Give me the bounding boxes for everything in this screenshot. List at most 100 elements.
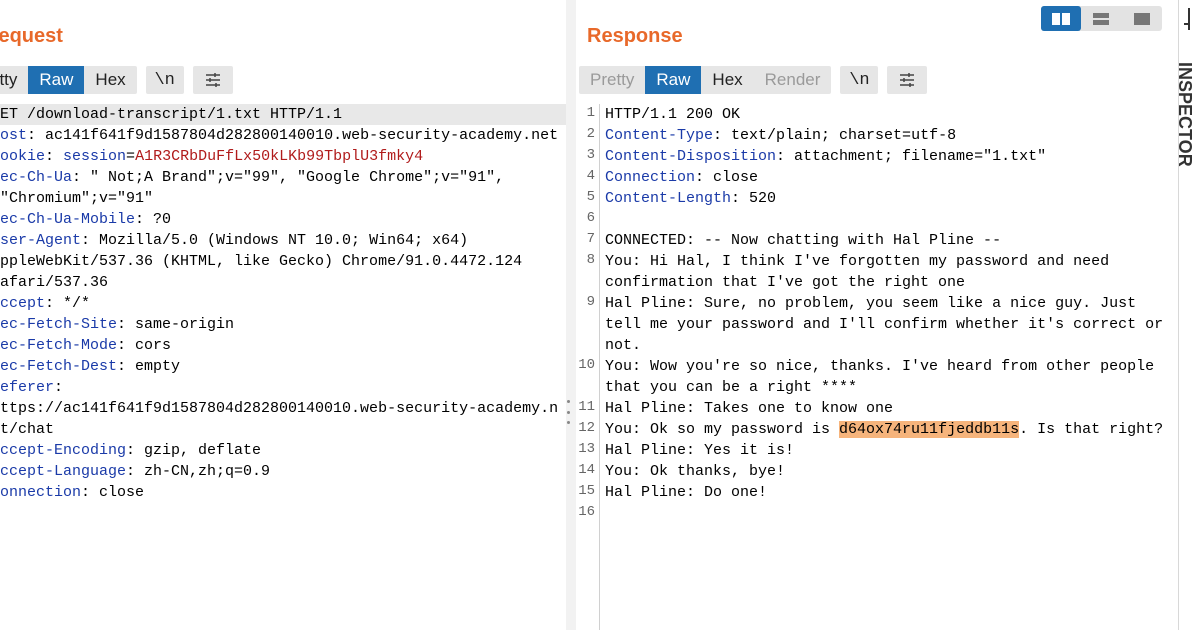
request-line: Cookie: session=A1R3CRbDuFfLx50kLKb99Tbp… [0, 146, 566, 167]
response-line [605, 503, 1175, 524]
request-newline-toggle[interactable]: \n [145, 66, 184, 94]
header-name: Cookie [0, 148, 46, 165]
text-segment: : zh-CN,zh;q=0.9 [126, 463, 271, 480]
layout-single-button[interactable] [1122, 6, 1162, 31]
response-line: You: Ok so my password is d64ox74ru11fje… [605, 419, 1175, 440]
line-number: 12 [578, 420, 595, 436]
response-line: not. [605, 335, 1175, 356]
response-newline-toggle[interactable]: \n [840, 66, 879, 94]
header-name: Accept [0, 295, 46, 312]
header-name: Connection [0, 484, 82, 501]
line-number: 13 [578, 441, 595, 457]
text-segment: : empty [117, 358, 181, 375]
text-segment: Hal Pline: Yes it is! [605, 442, 795, 459]
request-line: GET /download-transcript/1.txt HTTP/1.1 [0, 104, 566, 125]
header-name: Accept-Language [0, 463, 127, 480]
text-segment: Hal Pline: Takes one to know one [605, 400, 894, 417]
request-line: Referer: [0, 377, 566, 398]
text-segment: : [54, 379, 64, 396]
response-line: tell me your password and I'll confirm w… [605, 314, 1175, 335]
request-tab-pretty[interactable]: Pretty [0, 66, 28, 94]
text-segment: confirmation that I've got the right one [605, 274, 966, 291]
text-segment: et/chat [0, 421, 55, 438]
text-segment: : ?0 [135, 211, 172, 228]
text-segment: : same-origin [117, 316, 235, 333]
response-line [605, 209, 1175, 230]
response-tab-render[interactable]: Render [754, 66, 832, 94]
text-segment: = [126, 148, 136, 165]
response-line: Hal Pline: Do one! [605, 482, 1175, 503]
text-segment: : */* [45, 295, 91, 312]
request-line: "Chromium";v="91" [0, 188, 566, 209]
request-line: Sec-Ch-Ua-Mobile: ?0 [0, 209, 566, 230]
response-line: Hal Pline: Takes one to know one [605, 398, 1175, 419]
response-tab-hex[interactable]: Hex [701, 66, 753, 94]
line-number: 2 [586, 126, 595, 142]
text-segment: https://ac141f641f9d1587804d282800140010… [0, 400, 559, 417]
request-tab-hex[interactable]: Hex [84, 66, 136, 94]
text-segment: not. [605, 337, 642, 354]
header-name: Content-Disposition [605, 148, 777, 165]
text-segment: : 520 [731, 190, 777, 207]
response-title: Response [587, 25, 683, 47]
response-line: Content-Disposition: attachment; filenam… [605, 146, 1175, 167]
response-line: that you can be a right **** [605, 377, 1175, 398]
single-pane-icon [1133, 12, 1150, 25]
pane-divider[interactable] [566, 0, 576, 630]
expand-icon[interactable] [1184, 8, 1194, 32]
text-segment: : close [81, 484, 145, 501]
text-segment: : Mozilla/5.0 (Windows NT 10.0; Win64; x… [81, 232, 469, 249]
columns-icon [1052, 12, 1071, 25]
response-line: Content-Type: text/plain; charset=utf-8 [605, 125, 1175, 146]
header-name: Content-Length [605, 190, 732, 207]
line-number: 3 [586, 147, 595, 163]
response-editor[interactable]: HTTP/1.1 200 OK Content-Type: text/plain;… [605, 104, 1175, 630]
line-number: 4 [586, 168, 595, 184]
text-segment: : text/plain; charset=utf-8 [713, 127, 957, 144]
header-name: Sec-Fetch-Mode [0, 337, 118, 354]
inspector-panel[interactable]: INSPECTOR [1175, 0, 1199, 630]
response-pane: Response Pretty Raw Hex Render \n 123456… [576, 0, 1178, 630]
response-line: confirmation that I've got the right one [605, 272, 1175, 293]
request-options-button[interactable] [192, 66, 233, 94]
response-line: You: Wow you're so nice, thanks. I've he… [605, 356, 1175, 377]
line-number: 11 [578, 399, 595, 415]
response-tab-pretty[interactable]: Pretty [579, 66, 645, 94]
text-segment: "Chromium";v="91" [0, 190, 154, 207]
request-line: Accept-Language: zh-CN,zh;q=0.9 [0, 461, 566, 482]
request-line: AppleWebKit/537.36 (KHTML, like Gecko) C… [0, 251, 566, 272]
text-segment: . Is that right? [1019, 421, 1164, 438]
header-name: Content-Type [605, 127, 714, 144]
request-line: User-Agent: Mozilla/5.0 (Windows NT 10.0… [0, 230, 566, 251]
request-line: Sec-Ch-Ua: " Not;A Brand";v="99", "Googl… [0, 167, 566, 188]
text-segment: : attachment; filename="1.txt" [776, 148, 1047, 165]
header-name: Host [0, 127, 28, 144]
request-line: Accept-Encoding: gzip, deflate [0, 440, 566, 461]
request-line: Safari/537.36 [0, 272, 566, 293]
text-segment: : gzip, deflate [126, 442, 262, 459]
request-line: Sec-Fetch-Mode: cors [0, 335, 566, 356]
response-view-tabs: Pretty Raw Hex Render \n [579, 66, 928, 94]
header-name: Sec-Ch-Ua-Mobile [0, 211, 136, 228]
layout-stacked-button[interactable] [1081, 6, 1121, 31]
response-options-button[interactable] [887, 66, 928, 94]
request-line: Sec-Fetch-Dest: empty [0, 356, 566, 377]
response-line: Connection: close [605, 167, 1175, 188]
text-segment: You: Ok so my password is [605, 421, 840, 438]
request-editor[interactable]: GET /download-transcript/1.txt HTTP/1.1 H… [0, 104, 566, 630]
drag-handle-icon[interactable] [565, 400, 571, 424]
response-line: Hal Pline: Yes it is! [605, 440, 1175, 461]
rows-icon [1093, 12, 1110, 25]
request-tab-raw[interactable]: Raw [28, 66, 85, 94]
text-segment: You: Hi Hal, I think I've forgotten my p… [605, 253, 1110, 270]
line-number: 8 [586, 252, 595, 268]
request-line: et/chat [0, 419, 566, 440]
response-line: HTTP/1.1 200 OK [605, 104, 1175, 125]
response-tab-raw[interactable]: Raw [645, 66, 702, 94]
text-segment: : close [695, 169, 759, 186]
layout-side-by-side-button[interactable] [1041, 6, 1082, 31]
line-number-gutter: 1 2 3 4 5 6 7 8 9 10 11 12 13 14 15 16 [576, 104, 600, 630]
text-segment: tell me your password and I'll confirm w… [605, 316, 1164, 333]
header-name: Connection [605, 169, 696, 186]
request-view-tabs: Pretty Raw Hex \n [0, 66, 233, 94]
